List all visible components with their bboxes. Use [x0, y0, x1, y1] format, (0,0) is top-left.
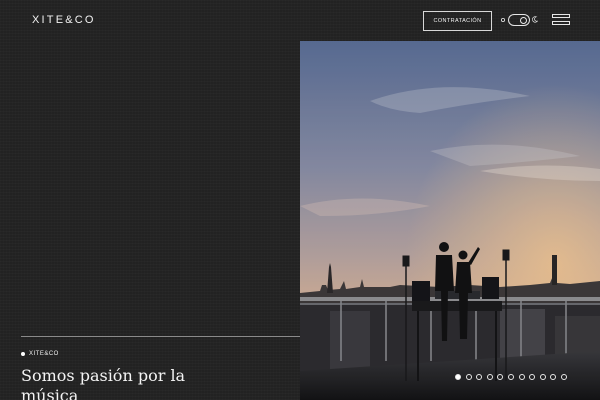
carousel-dot[interactable]	[455, 374, 461, 380]
bullet-dot-icon	[21, 352, 25, 356]
moon-icon	[532, 16, 538, 23]
hamburger-bar	[552, 14, 570, 18]
hamburger-bar	[552, 21, 570, 25]
carousel-dot[interactable]	[486, 374, 493, 380]
theme-toggle[interactable]	[508, 14, 530, 26]
carousel-dot[interactable]	[518, 374, 525, 380]
logo[interactable]: XITE&CO	[32, 14, 96, 26]
carousel-dot[interactable]	[476, 374, 483, 380]
carousel-dot[interactable]	[497, 374, 504, 380]
hero-image	[300, 41, 600, 400]
divider-line	[21, 336, 300, 337]
theme-switcher[interactable]	[500, 14, 538, 27]
toggle-knob	[520, 16, 527, 24]
carousel-dot[interactable]	[507, 374, 514, 380]
hero-tag-label: XITE&CO	[29, 351, 59, 357]
contratacion-button[interactable]: CONTRATACIÓN	[423, 11, 492, 31]
page: XITE&CO CONTRATACIÓN XITE&CO Somos pasió…	[0, 0, 600, 400]
carousel-dots	[455, 374, 567, 380]
carousel-dot[interactable]	[550, 374, 557, 380]
hamburger-icon[interactable]	[552, 13, 570, 27]
rooftop-dj-photo	[300, 41, 600, 400]
hero-tag: XITE&CO	[21, 351, 59, 357]
carousel-dot[interactable]	[560, 374, 567, 380]
carousel-dot[interactable]	[529, 374, 536, 380]
sun-icon	[500, 17, 506, 23]
carousel-dot[interactable]	[539, 374, 546, 380]
hero-headline: Somos pasión por la música	[21, 366, 186, 400]
carousel-dot[interactable]	[465, 374, 472, 380]
